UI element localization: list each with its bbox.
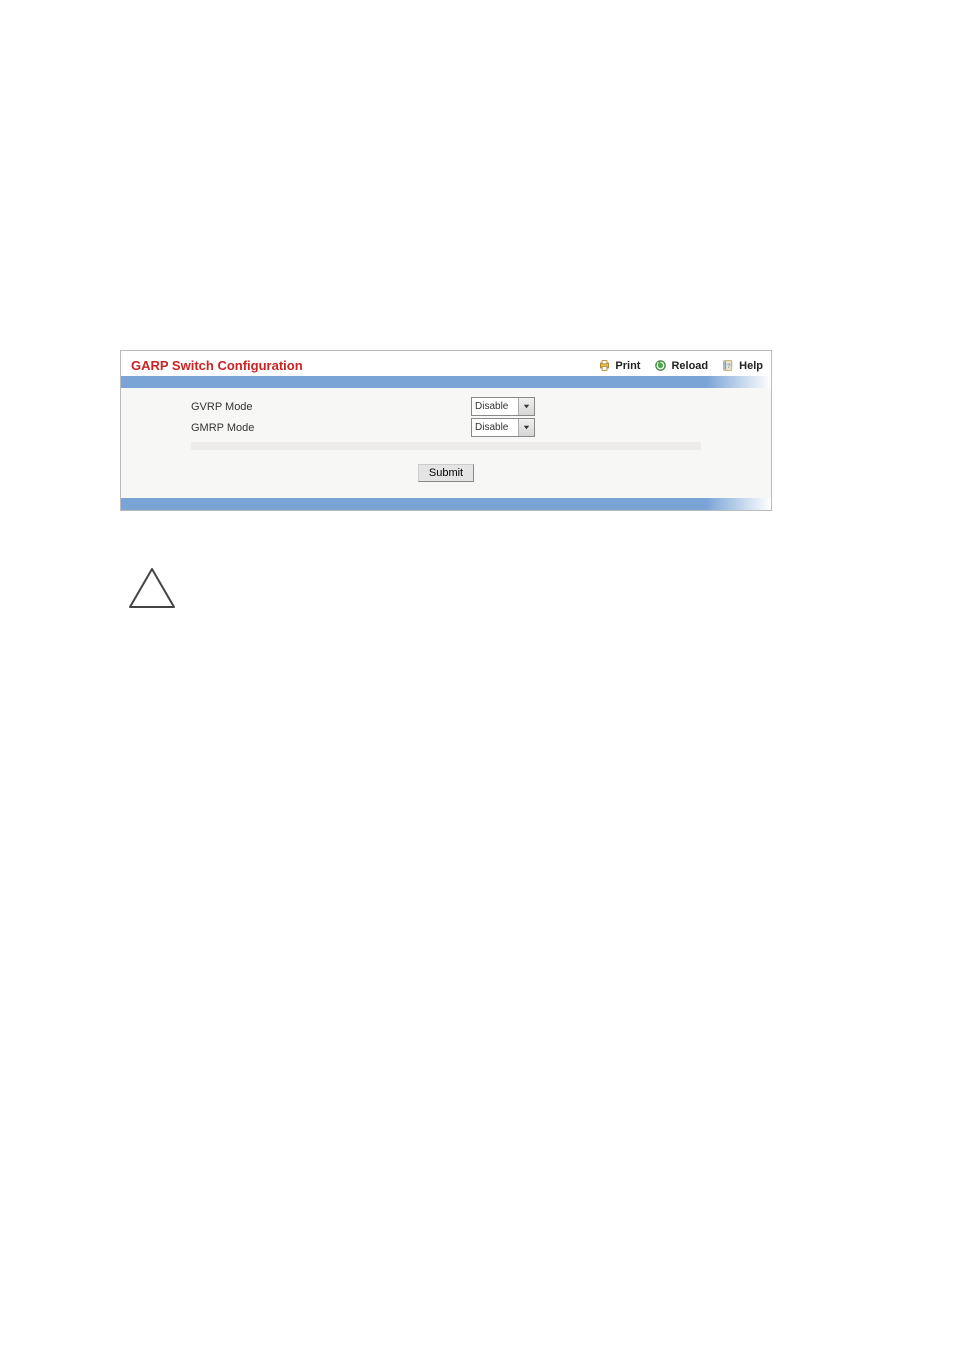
help-link[interactable]: ? Help [722,359,763,372]
garp-config-panel: GARP Switch Configuration Print [120,350,772,511]
print-icon [598,359,611,372]
print-link[interactable]: Print [598,359,640,372]
chevron-down-icon [518,398,534,415]
page-title: GARP Switch Configuration [131,358,598,373]
header-separator [121,376,771,388]
tool-links: Print Reload [598,359,763,372]
form-area: GVRP Mode Disable GMRP Mode [121,388,771,498]
reload-label: Reload [671,360,708,372]
help-label: Help [739,360,763,372]
help-icon: ? [722,359,735,372]
warning-icon [128,567,176,609]
gvrp-mode-value: Disable [472,401,518,412]
gmrp-mode-select[interactable]: Disable [471,418,535,437]
gmrp-mode-value: Disable [472,422,518,433]
chevron-down-icon [518,419,534,436]
gmrp-mode-row: GMRP Mode Disable [191,417,701,438]
footer-separator [121,498,771,510]
reload-icon [654,359,667,372]
submit-row: Submit [121,460,771,492]
form-separator [191,442,701,450]
gmrp-mode-label: GMRP Mode [191,422,471,434]
gvrp-mode-row: GVRP Mode Disable [191,396,701,417]
gvrp-mode-select[interactable]: Disable [471,397,535,416]
print-label: Print [615,360,640,372]
svg-text:?: ? [727,363,731,370]
submit-button[interactable]: Submit [418,464,474,482]
panel-header: GARP Switch Configuration Print [121,351,771,376]
gvrp-mode-label: GVRP Mode [191,401,471,413]
reload-link[interactable]: Reload [654,359,708,372]
